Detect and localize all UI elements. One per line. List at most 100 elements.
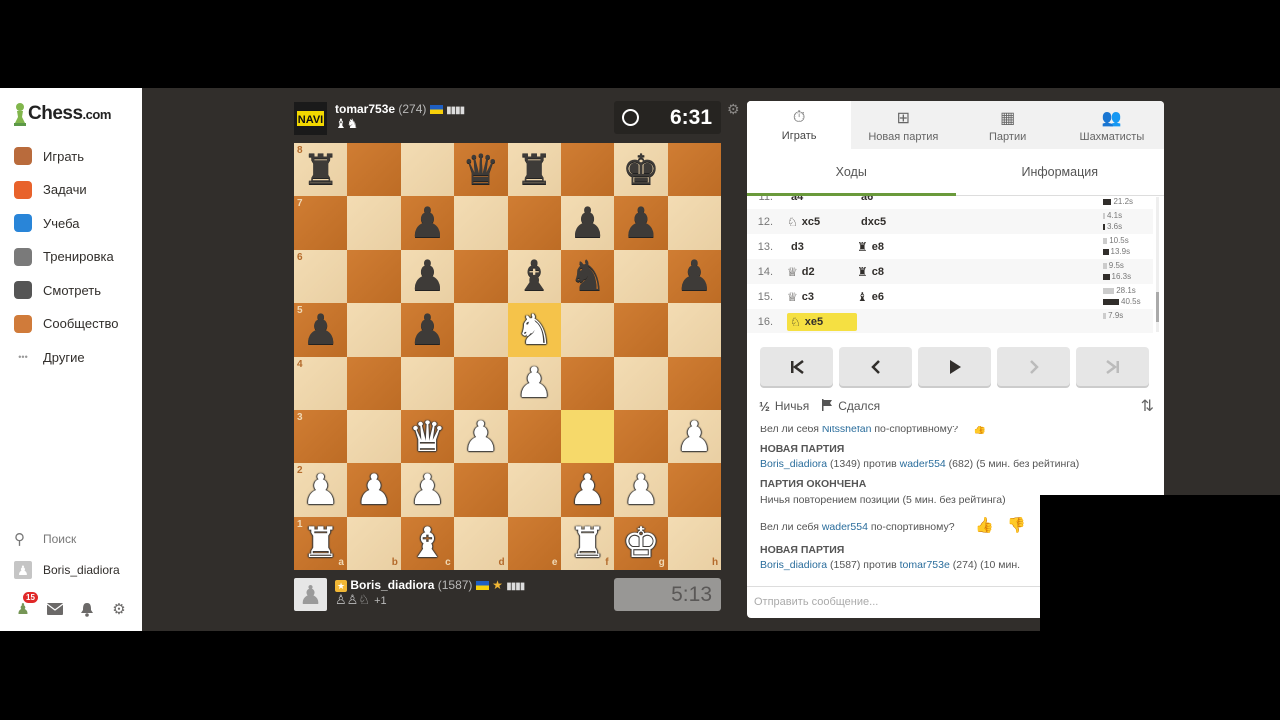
black-move[interactable]: ♝ e6 xyxy=(857,290,927,304)
square-b8[interactable] xyxy=(347,143,401,197)
square-e3[interactable] xyxy=(507,409,561,464)
sidebar-item-4[interactable]: Смотреть xyxy=(14,279,101,301)
user-link[interactable]: Boris_diadiora xyxy=(760,458,827,470)
sidebar-item-1[interactable]: Задачи xyxy=(14,179,87,201)
white-pawn-icon[interactable]: ♟ xyxy=(454,410,507,463)
chess-com-logo[interactable]: Chess.com xyxy=(13,102,111,126)
first-move-button[interactable] xyxy=(760,347,833,386)
white-move[interactable]: d3 xyxy=(787,241,857,253)
sidebar-item-6[interactable]: ••• Другие xyxy=(14,346,84,368)
player-avatar[interactable]: ♟ xyxy=(294,578,327,611)
square-b7[interactable] xyxy=(347,196,401,250)
board-settings-gear-icon[interactable]: ⚙ xyxy=(727,101,740,118)
move-list-scrollbar[interactable] xyxy=(1156,197,1159,332)
last-move-button[interactable] xyxy=(1076,347,1149,386)
black-pawn-icon[interactable]: ♟ xyxy=(614,196,667,249)
black-bishop-icon[interactable]: ♝ xyxy=(508,250,561,303)
top-tab-1[interactable]: ⊞ Новая партия xyxy=(851,101,955,149)
square-b6[interactable] xyxy=(347,249,401,304)
square-g4[interactable] xyxy=(614,356,668,410)
square-b5[interactable] xyxy=(347,303,401,357)
thumbs-down-icon[interactable]: 👎 xyxy=(1007,516,1026,534)
square-f8[interactable] xyxy=(560,143,615,197)
white-move[interactable]: ♕ c3 xyxy=(787,290,857,304)
black-queen-icon[interactable]: ♛ xyxy=(454,143,507,196)
user-link[interactable]: wader554 xyxy=(900,458,946,470)
square-f3[interactable] xyxy=(560,409,615,464)
sidebar-item-5[interactable]: Сообщество xyxy=(14,313,119,335)
flip-board-icon[interactable]: ⇅ xyxy=(1141,396,1154,416)
top-tab-0[interactable]: ⏱ Играть xyxy=(747,101,852,149)
black-move[interactable]: a6 xyxy=(857,196,927,203)
white-move[interactable]: a4 xyxy=(787,196,857,203)
square-e2[interactable] xyxy=(507,463,561,517)
settings-gear-icon[interactable]: ⚙ xyxy=(110,600,128,618)
move-list[interactable]: 11. a4 a6 21.2s 12. ♘ xc5 dxc5 4.1s 3.6s 13. d3 ♜ e8 1… xyxy=(747,196,1164,333)
search-nav[interactable]: ⚲ Поиск xyxy=(14,530,76,548)
next-move-button[interactable] xyxy=(997,347,1070,386)
black-pawn-icon[interactable]: ♟ xyxy=(561,196,614,249)
square-e7[interactable] xyxy=(507,196,561,250)
draw-button[interactable]: Ничья xyxy=(775,399,809,413)
square-h7[interactable] xyxy=(667,196,721,250)
square-b4[interactable] xyxy=(347,356,401,410)
friends-icon[interactable]: ♟ 15 xyxy=(14,592,38,618)
user-link[interactable]: Boris_diadiora xyxy=(760,559,827,571)
black-knight-icon[interactable]: ♞ xyxy=(561,250,614,303)
top-tab-3[interactable]: 👥 Шахматисты xyxy=(1060,101,1164,149)
white-pawn-icon[interactable]: ♟ xyxy=(614,463,667,516)
thumbs-up-icon[interactable]: 👍 xyxy=(973,426,986,435)
black-pawn-icon[interactable]: ♟ xyxy=(401,250,454,303)
square-g6[interactable] xyxy=(614,249,668,304)
user-link[interactable]: Nitsshefan xyxy=(822,426,872,435)
square-c8[interactable] xyxy=(400,143,455,197)
play-button[interactable] xyxy=(918,347,991,386)
square-g3[interactable] xyxy=(614,409,668,464)
opponent-avatar[interactable]: NAVI xyxy=(294,102,327,135)
white-move[interactable]: ♘ xc5 xyxy=(787,215,857,229)
sidebar-item-3[interactable]: Тренировка xyxy=(14,246,114,268)
square-h5[interactable] xyxy=(667,303,721,357)
resign-button[interactable]: Сдался xyxy=(838,399,880,413)
square-d5[interactable] xyxy=(454,303,508,357)
square-d2[interactable] xyxy=(454,463,508,517)
user-link[interactable]: wader554 xyxy=(822,521,868,533)
black-pawn-icon[interactable]: ♟ xyxy=(668,250,721,303)
white-pawn-icon[interactable]: ♟ xyxy=(401,463,454,516)
black-pawn-icon[interactable]: ♟ xyxy=(401,303,454,356)
user-profile-nav[interactable]: ♟ Boris_diadiora xyxy=(14,561,120,579)
white-pawn-icon[interactable]: ♟ xyxy=(561,463,614,516)
square-d7[interactable] xyxy=(454,196,508,250)
sidebar-item-0[interactable]: Играть xyxy=(14,145,84,167)
thumbs-up-icon[interactable]: 👍 xyxy=(975,516,994,534)
square-h2[interactable] xyxy=(667,463,721,517)
black-pawn-icon[interactable]: ♟ xyxy=(401,196,454,249)
square-d4[interactable] xyxy=(454,356,508,410)
mail-icon[interactable] xyxy=(46,600,64,618)
white-pawn-icon[interactable]: ♟ xyxy=(508,357,561,410)
square-f4[interactable] xyxy=(560,356,615,410)
top-tab-2[interactable]: ▦ Партии xyxy=(956,101,1060,149)
black-move[interactable]: ♜ e8 xyxy=(857,240,927,254)
white-move[interactable]: ♕ d2 xyxy=(787,265,857,279)
black-move[interactable]: ♜ c8 xyxy=(857,265,927,279)
player-name[interactable]: Boris_diadiora xyxy=(350,578,434,592)
white-move[interactable]: ♘ xe5 xyxy=(787,312,857,331)
square-g5[interactable] xyxy=(614,303,668,357)
square-b3[interactable] xyxy=(347,409,401,464)
black-rook-icon[interactable]: ♜ xyxy=(508,143,561,196)
user-link[interactable]: tomar753e xyxy=(900,559,950,571)
black-move[interactable]: dxc5 xyxy=(857,216,927,228)
white-queen-icon[interactable]: ♛ xyxy=(401,410,454,463)
opponent-name[interactable]: tomar753e xyxy=(335,102,395,116)
square-h4[interactable] xyxy=(667,356,721,410)
black-king-icon[interactable]: ♚ xyxy=(614,143,667,196)
tab-info[interactable]: Информация xyxy=(956,149,1165,195)
square-f5[interactable] xyxy=(560,303,615,357)
white-knight-icon[interactable]: ♞ xyxy=(508,303,561,356)
previous-move-button[interactable] xyxy=(839,347,912,386)
square-c4[interactable] xyxy=(400,356,455,410)
square-d6[interactable] xyxy=(454,249,508,304)
sidebar-item-2[interactable]: Учеба xyxy=(14,212,80,234)
square-h8[interactable] xyxy=(667,143,721,197)
